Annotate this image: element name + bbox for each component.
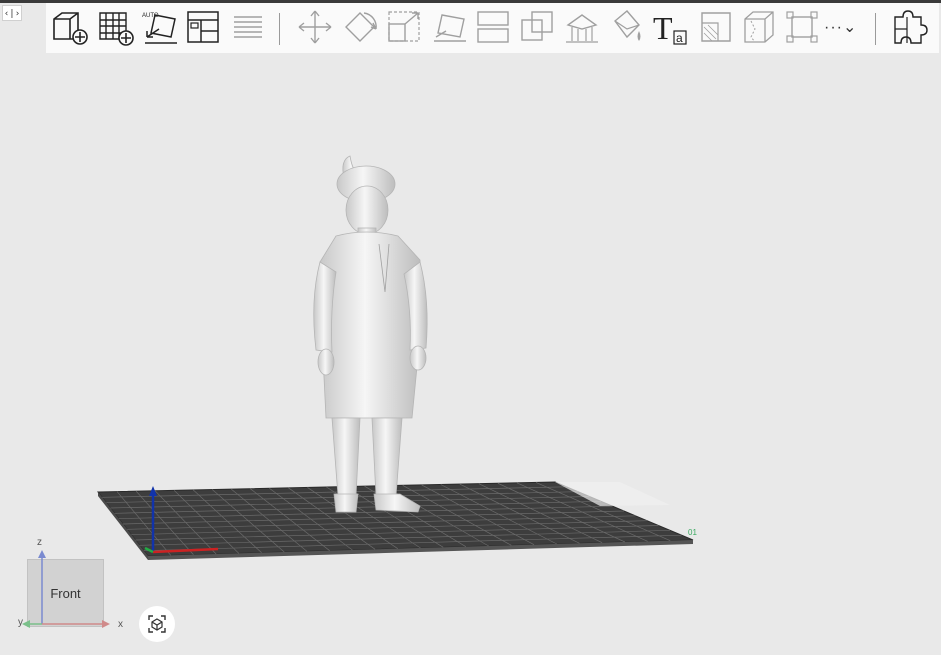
collapse-panel-button[interactable]: ‹|› [2, 5, 22, 21]
boolean-button[interactable] [517, 7, 557, 47]
text-icon-sub: a [676, 31, 683, 45]
fit-view-icon [148, 615, 166, 633]
axis-z-label: z [37, 537, 42, 548]
lay-flat-button[interactable] [430, 7, 470, 47]
layout-button[interactable] [184, 7, 224, 47]
text-button[interactable]: T a [651, 7, 691, 47]
rotate-button[interactable] [340, 7, 380, 47]
puzzle-icon [894, 10, 928, 44]
add-grid-button[interactable] [96, 7, 136, 47]
3d-viewport[interactable]: 01 [0, 53, 941, 655]
axis-x-label: x [118, 619, 123, 630]
hollow-icon [701, 12, 731, 42]
hollow-button[interactable] [696, 7, 736, 47]
3d-model-figure[interactable] [313, 155, 428, 513]
grid-plus-icon [99, 12, 134, 46]
measure-icon [786, 11, 818, 43]
toolbar-separator [875, 13, 876, 45]
split-icon [477, 11, 509, 43]
cut-icon [744, 11, 774, 43]
support-button[interactable] [562, 7, 602, 47]
layers-button[interactable] [228, 7, 268, 47]
support-icon [566, 14, 598, 43]
text-icon: T a [653, 10, 687, 46]
move-icon [298, 10, 332, 44]
scale-button[interactable] [384, 7, 424, 47]
main-toolbar: AUTO T a ···⌄ [46, 3, 939, 53]
boolean-icon [521, 11, 553, 41]
layers-icon [234, 16, 262, 38]
plate-number-label: 01 [688, 528, 697, 537]
view-cube-axes [22, 550, 110, 628]
lay-flat-icon [434, 14, 466, 42]
paint-button[interactable] [607, 7, 647, 47]
move-button[interactable] [295, 7, 335, 47]
layout-icon [187, 11, 219, 43]
cube-plus-icon [53, 12, 88, 45]
text-icon-main: T [653, 10, 673, 46]
rotate-icon [345, 12, 377, 42]
fit-view-button[interactable] [139, 606, 175, 642]
cut-button[interactable] [739, 7, 779, 47]
paint-bucket-icon [614, 10, 641, 41]
scale-icon [388, 11, 420, 42]
auto-arrange-button[interactable]: AUTO [141, 7, 181, 47]
toolbar-separator [279, 13, 280, 45]
auto-arrange-icon: AUTO [142, 13, 177, 44]
measure-button[interactable] [782, 7, 822, 47]
add-object-button[interactable] [50, 7, 90, 47]
axis-y-label: y [18, 617, 23, 628]
more-tools-button[interactable]: ···⌄ [824, 17, 857, 37]
plugins-button[interactable] [889, 7, 929, 47]
split-button[interactable] [473, 7, 513, 47]
